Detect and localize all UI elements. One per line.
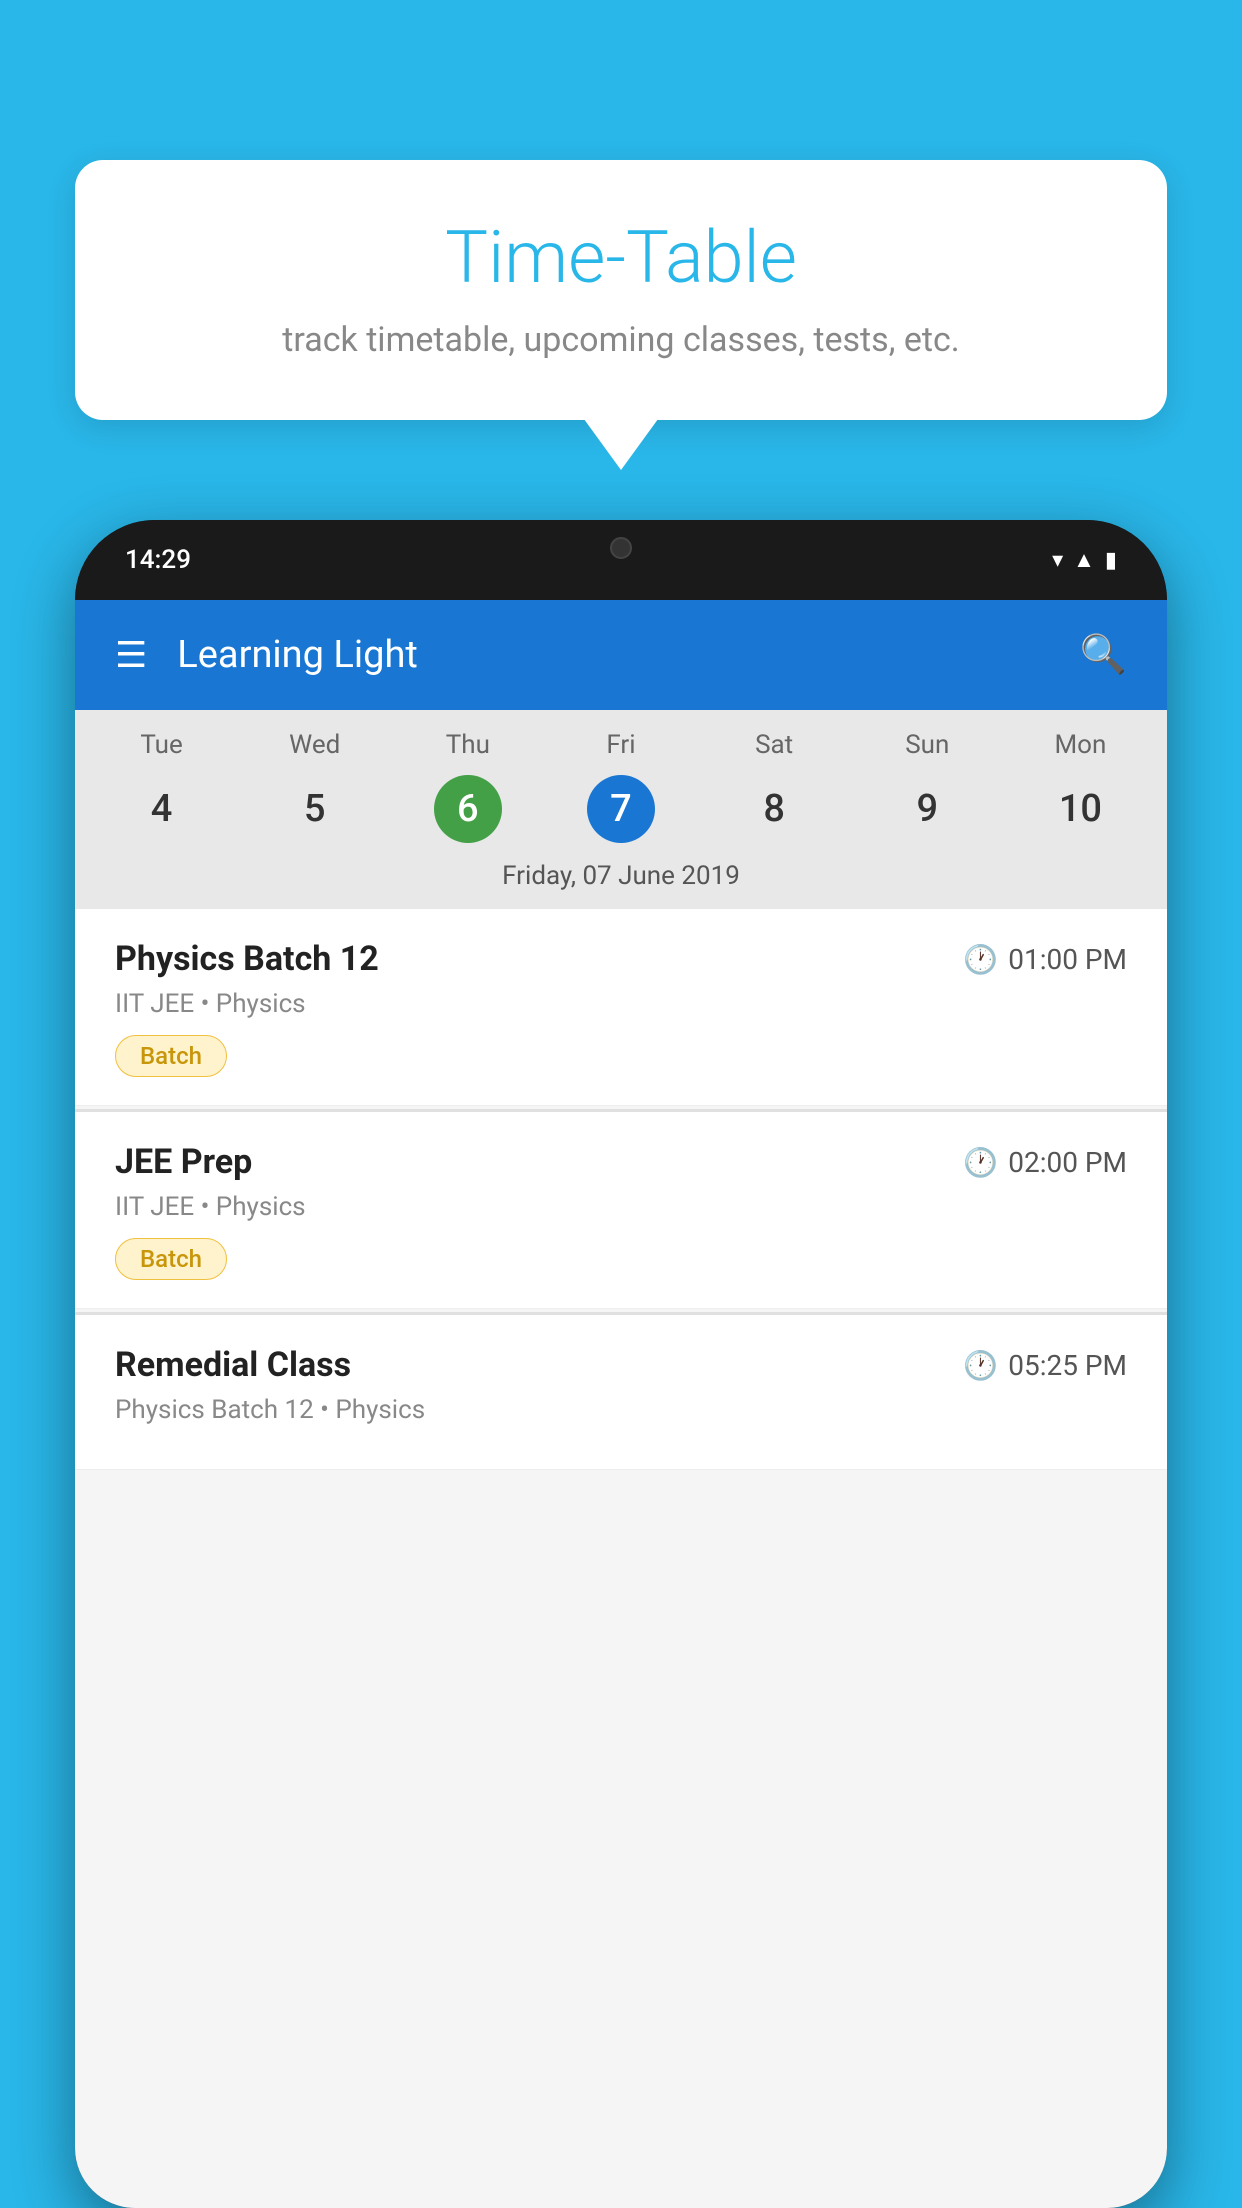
class-item-2[interactable]: JEE Prep 🕐 02:00 PM IIT JEE • Physics Ba… [75,1112,1167,1309]
class-time-2: 🕐 02:00 PM [963,1146,1127,1179]
wifi-icon: ▾ [1052,548,1063,573]
phone-status-bar: 14:29 ▾ ▲ ▮ [75,520,1167,600]
bubble-title: Time-Table [135,215,1107,300]
class-time-3: 🕐 05:25 PM [963,1349,1127,1382]
signal-icon: ▲ [1073,547,1095,573]
day-header-tue: Tue [85,730,238,775]
battery-icon: ▮ [1105,548,1117,573]
class-list: Physics Batch 12 🕐 01:00 PM IIT JEE • Ph… [75,909,1167,1473]
class-time-1: 🕐 01:00 PM [963,943,1127,976]
selected-date-label: Friday, 07 June 2019 [75,843,1167,909]
phone-frame: 14:29 ▾ ▲ ▮ ☰ Learning Light 🔍 Tue Wed T… [75,520,1167,2208]
day-headers: Tue Wed Thu Fri Sat Sun Mon [75,730,1167,775]
class-detail-1: IIT JEE • Physics [115,989,1127,1019]
class-name-1: Physics Batch 12 [115,939,379,979]
clock-icon-2: 🕐 [963,1146,998,1179]
class-item-1[interactable]: Physics Batch 12 🕐 01:00 PM IIT JEE • Ph… [75,909,1167,1106]
status-icons: ▾ ▲ ▮ [1052,547,1117,573]
batch-badge-2: Batch [115,1238,227,1280]
class-item-1-header: Physics Batch 12 🕐 01:00 PM [115,939,1127,979]
day-header-fri: Fri [544,730,697,775]
day-7-selected[interactable]: 7 [587,775,655,843]
day-6-today[interactable]: 6 [434,775,502,843]
bubble-subtitle: track timetable, upcoming classes, tests… [135,320,1107,360]
class-item-3-header: Remedial Class 🕐 05:25 PM [115,1345,1127,1385]
batch-badge-1: Batch [115,1035,227,1077]
class-detail-3: Physics Batch 12 • Physics [115,1395,1127,1425]
hamburger-icon[interactable]: ☰ [115,634,147,676]
class-time-text-3: 05:25 PM [1008,1349,1127,1382]
day-header-mon: Mon [1004,730,1157,775]
day-5[interactable]: 5 [238,775,391,843]
clock-icon-3: 🕐 [963,1349,998,1382]
day-4[interactable]: 4 [85,775,238,843]
day-numbers: 4 5 6 7 8 9 10 [75,775,1167,843]
day-9[interactable]: 9 [851,775,1004,843]
class-name-2: JEE Prep [115,1142,252,1182]
day-8[interactable]: 8 [698,775,851,843]
app-title: Learning Light [177,633,1079,677]
class-item-2-header: JEE Prep 🕐 02:00 PM [115,1142,1127,1182]
day-header-sun: Sun [851,730,1004,775]
phone-notch [551,520,691,575]
calendar-strip: Tue Wed Thu Fri Sat Sun Mon 4 5 6 7 8 9 … [75,710,1167,909]
day-10[interactable]: 10 [1004,775,1157,843]
speech-bubble: Time-Table track timetable, upcoming cla… [75,160,1167,420]
class-name-3: Remedial Class [115,1345,351,1385]
class-item-3[interactable]: Remedial Class 🕐 05:25 PM Physics Batch … [75,1315,1167,1470]
class-time-text-2: 02:00 PM [1008,1146,1127,1179]
clock-icon-1: 🕐 [963,943,998,976]
class-time-text-1: 01:00 PM [1008,943,1127,976]
day-header-sat: Sat [698,730,851,775]
phone-screen: ☰ Learning Light 🔍 Tue Wed Thu Fri Sat S… [75,600,1167,2208]
app-bar: ☰ Learning Light 🔍 [75,600,1167,710]
class-detail-2: IIT JEE • Physics [115,1192,1127,1222]
search-icon[interactable]: 🔍 [1080,633,1127,677]
camera-dot [610,537,632,559]
status-time: 14:29 [125,545,191,575]
day-header-thu: Thu [391,730,544,775]
day-header-wed: Wed [238,730,391,775]
